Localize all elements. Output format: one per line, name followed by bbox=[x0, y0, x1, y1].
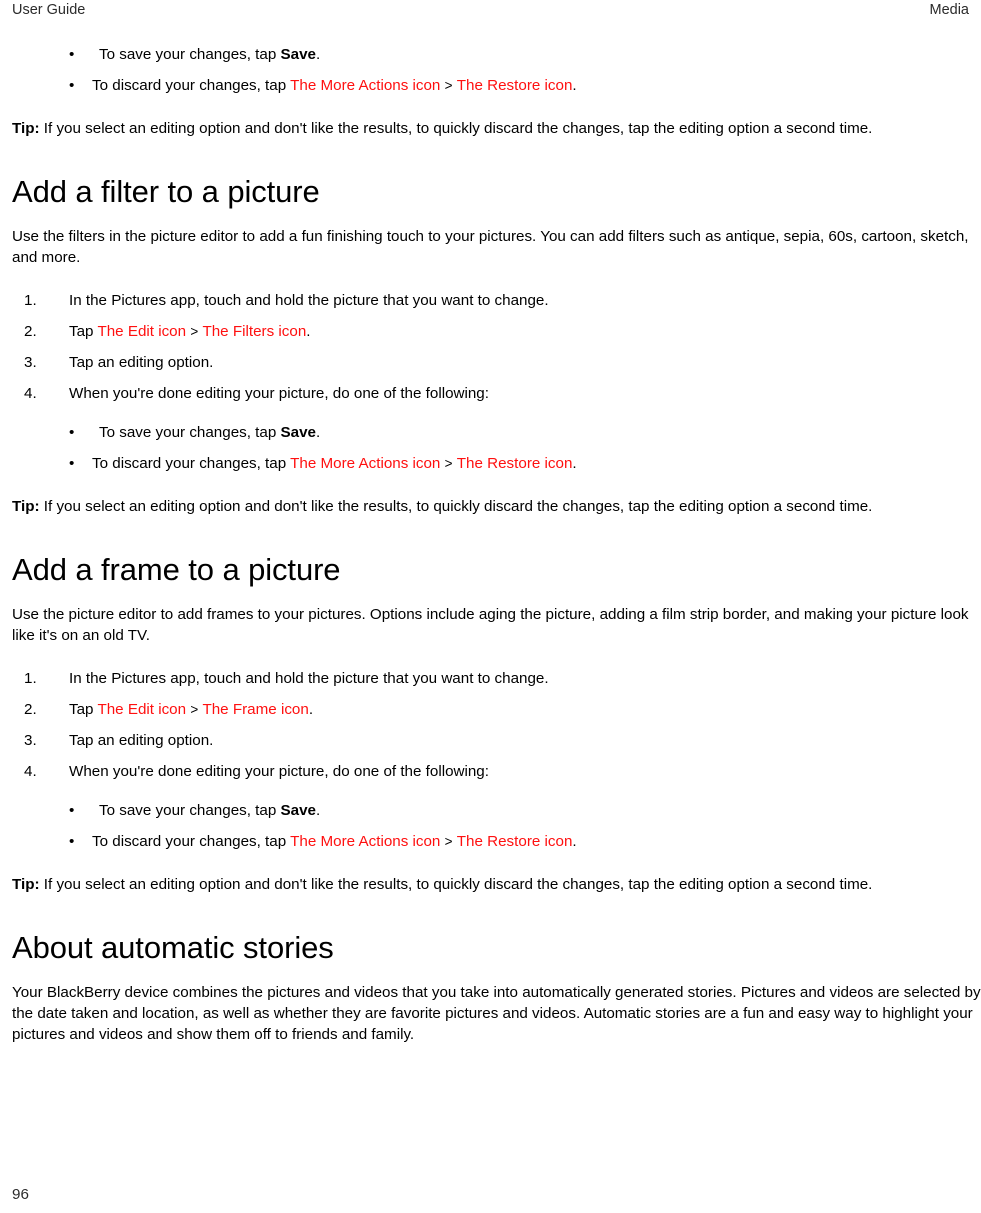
bullet-text-post: . bbox=[316, 46, 321, 63]
steps-list-add-a-filter: 1. In the Pictures app, touch and hold t… bbox=[12, 290, 981, 404]
bullet-icon: • bbox=[69, 802, 75, 819]
more-actions-icon: The More Actions icon bbox=[290, 455, 441, 472]
step-item: 2. Tap The Edit icon > The Filters icon. bbox=[12, 321, 981, 342]
bullet-icon: • bbox=[69, 455, 75, 472]
edit-icon: The Edit icon bbox=[97, 323, 187, 340]
step-item: 4. When you're done editing your picture… bbox=[12, 383, 981, 404]
section-intro-add-a-frame: Use the picture editor to add frames to … bbox=[12, 606, 969, 644]
step-number: 2. bbox=[24, 323, 37, 340]
step-text-post: . bbox=[308, 701, 314, 718]
list-item: • To discard your changes, tap The More … bbox=[12, 831, 981, 852]
bullet-icon: • bbox=[69, 77, 75, 94]
step-item: 3. Tap an editing option. bbox=[12, 352, 981, 373]
step-text: When you're done editing your picture, d… bbox=[69, 385, 489, 402]
save-label: Save bbox=[280, 424, 316, 441]
sequence-separator: > bbox=[444, 456, 453, 471]
tip-paragraph: Tip: If you select an editing option and… bbox=[12, 496, 981, 517]
step-text: Tap an editing option. bbox=[69, 732, 214, 749]
step-number: 1. bbox=[24, 292, 37, 309]
continued-bullet-list: • To save your changes, tap Save. • To d… bbox=[12, 44, 981, 96]
section-heading-add-a-frame: Add a frame to a picture bbox=[12, 552, 341, 587]
bullet-icon: • bbox=[69, 46, 75, 63]
restore-icon: The Restore icon bbox=[456, 455, 573, 472]
bullet-text-pre: To save your changes, tap bbox=[99, 802, 281, 819]
save-label: Save bbox=[280, 46, 316, 63]
sequence-separator: > bbox=[190, 702, 199, 717]
step-item: 1. In the Pictures app, touch and hold t… bbox=[12, 668, 981, 689]
filters-icon: The Filters icon bbox=[202, 323, 307, 340]
tip-paragraph: Tip: If you select an editing option and… bbox=[12, 118, 981, 139]
tip-label: Tip: bbox=[12, 876, 40, 893]
edit-icon: The Edit icon bbox=[97, 701, 187, 718]
bullet-text-post: . bbox=[572, 833, 577, 850]
step-item: 1. In the Pictures app, touch and hold t… bbox=[12, 290, 981, 311]
step-text-pre: Tap bbox=[69, 701, 98, 718]
bullet-text-post: . bbox=[316, 802, 321, 819]
header-chapter-title: Media bbox=[929, 2, 970, 18]
more-actions-icon: The More Actions icon bbox=[290, 833, 441, 850]
page-header: User Guide Media bbox=[0, 0, 981, 28]
bullet-icon: • bbox=[69, 424, 75, 441]
sequence-separator: > bbox=[190, 324, 199, 339]
step-number: 3. bbox=[24, 354, 37, 371]
page-content: • To save your changes, tap Save. • To d… bbox=[12, 44, 981, 1045]
list-item: • To save your changes, tap Save. bbox=[12, 422, 981, 443]
bullet-list-add-a-filter: • To save your changes, tap Save. • To d… bbox=[12, 422, 981, 474]
tip-text: If you select an editing option and don'… bbox=[39, 120, 873, 137]
steps-list-add-a-frame: 1. In the Pictures app, touch and hold t… bbox=[12, 668, 981, 782]
step-number: 1. bbox=[24, 670, 37, 687]
bullet-text-pre: To save your changes, tap bbox=[99, 46, 281, 63]
step-text-pre: Tap bbox=[69, 323, 98, 340]
step-number: 4. bbox=[24, 385, 37, 402]
bullet-text-pre: To discard your changes, tap bbox=[92, 77, 291, 94]
section-intro-add-a-filter: Use the filters in the picture editor to… bbox=[12, 228, 969, 266]
restore-icon: The Restore icon bbox=[456, 833, 573, 850]
step-item: 2. Tap The Edit icon > The Frame icon. bbox=[12, 699, 981, 720]
save-label: Save bbox=[280, 802, 316, 819]
bullet-icon: • bbox=[69, 833, 75, 850]
list-item: • To save your changes, tap Save. bbox=[12, 44, 981, 65]
header-document-title: User Guide bbox=[12, 2, 86, 18]
step-text: Tap an editing option. bbox=[69, 354, 214, 371]
tip-label: Tip: bbox=[12, 120, 40, 137]
bullet-text-post: . bbox=[572, 455, 577, 472]
sequence-separator: > bbox=[444, 834, 453, 849]
restore-icon: The Restore icon bbox=[456, 77, 573, 94]
tip-paragraph: Tip: If you select an editing option and… bbox=[12, 874, 981, 895]
step-item: 4. When you're done editing your picture… bbox=[12, 761, 981, 782]
more-actions-icon: The More Actions icon bbox=[290, 77, 441, 94]
frame-icon: The Frame icon bbox=[202, 701, 309, 718]
section-heading-about-automatic-stories: About automatic stories bbox=[12, 930, 334, 965]
section-heading-add-a-filter: Add a filter to a picture bbox=[12, 174, 320, 209]
bullet-text-pre: To save your changes, tap bbox=[99, 424, 281, 441]
tip-text: If you select an editing option and don'… bbox=[39, 498, 873, 515]
step-number: 4. bbox=[24, 763, 37, 780]
section-intro-about-automatic-stories: Your BlackBerry device combines the pict… bbox=[12, 984, 981, 1043]
step-text: In the Pictures app, touch and hold the … bbox=[69, 670, 549, 687]
sequence-separator: > bbox=[444, 78, 453, 93]
list-item: • To save your changes, tap Save. bbox=[12, 800, 981, 821]
step-text: In the Pictures app, touch and hold the … bbox=[69, 292, 549, 309]
step-number: 3. bbox=[24, 732, 37, 749]
tip-label: Tip: bbox=[12, 498, 40, 515]
page-number: 96 bbox=[12, 1186, 29, 1203]
bullet-list-add-a-frame: • To save your changes, tap Save. • To d… bbox=[12, 800, 981, 852]
step-number: 2. bbox=[24, 701, 37, 718]
bullet-text-pre: To discard your changes, tap bbox=[92, 833, 291, 850]
bullet-text-post: . bbox=[572, 77, 577, 94]
step-text: When you're done editing your picture, d… bbox=[69, 763, 489, 780]
list-item: • To discard your changes, tap The More … bbox=[12, 453, 981, 474]
document-page: User Guide Media • To save your changes,… bbox=[0, 0, 981, 1213]
step-item: 3. Tap an editing option. bbox=[12, 730, 981, 751]
tip-text: If you select an editing option and don'… bbox=[39, 876, 873, 893]
list-item: • To discard your changes, tap The More … bbox=[12, 75, 981, 96]
step-text-post: . bbox=[306, 323, 311, 340]
bullet-text-pre: To discard your changes, tap bbox=[92, 455, 291, 472]
bullet-text-post: . bbox=[316, 424, 321, 441]
